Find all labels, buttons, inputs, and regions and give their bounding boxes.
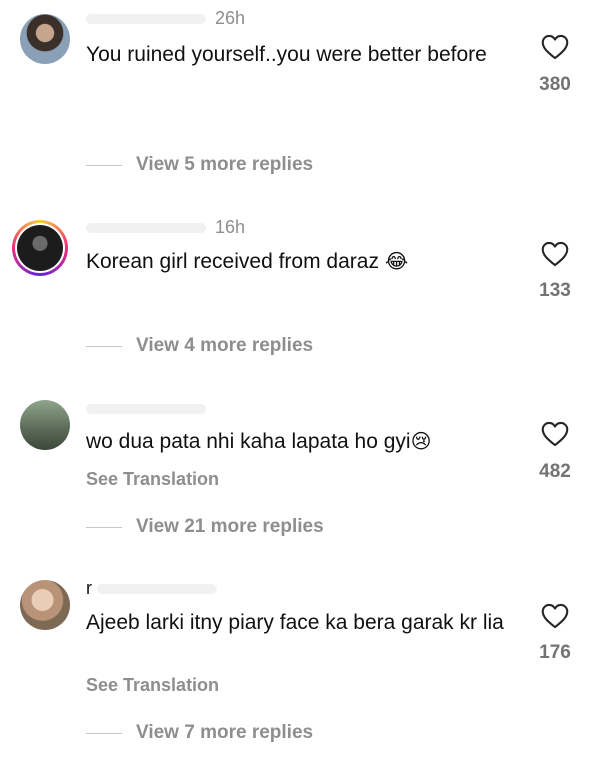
like-count: 482 bbox=[539, 461, 571, 482]
comment-meta bbox=[86, 398, 210, 419]
username[interactable]: r bbox=[86, 578, 92, 598]
like-heart-icon[interactable] bbox=[541, 241, 569, 267]
view-replies-label: View 21 more replies bbox=[136, 516, 324, 537]
like-heart-icon[interactable] bbox=[541, 34, 569, 60]
see-translation-link[interactable]: See Translation bbox=[86, 675, 219, 696]
view-replies-button[interactable]: View 21 more replies bbox=[86, 515, 324, 539]
comment-text: wo dua pata nhi kaha lapata ho gyi😢 bbox=[86, 429, 506, 455]
crying-emoji-icon: 😢 bbox=[410, 431, 432, 453]
view-replies-label: View 4 more replies bbox=[136, 335, 314, 356]
username-redacted bbox=[86, 14, 206, 25]
view-replies-button[interactable]: View 4 more replies bbox=[86, 334, 313, 358]
avatar[interactable] bbox=[20, 400, 70, 450]
username-redacted bbox=[86, 404, 206, 415]
comment-text: Korean girl received from daraz 😂 bbox=[86, 249, 506, 275]
avatar-story-ring[interactable] bbox=[12, 220, 68, 276]
divider-line bbox=[86, 732, 122, 734]
view-replies-label: View 7 more replies bbox=[136, 722, 314, 743]
comment-time: 26h bbox=[215, 8, 246, 28]
like-count: 380 bbox=[539, 74, 571, 95]
comment-meta: r bbox=[86, 578, 221, 599]
like-count: 133 bbox=[539, 280, 571, 301]
comment-time: 16h bbox=[215, 217, 246, 237]
avatar-inner bbox=[15, 223, 65, 273]
avatar[interactable] bbox=[20, 580, 70, 630]
like-heart-icon[interactable] bbox=[541, 603, 569, 629]
divider-line bbox=[86, 526, 122, 528]
comment-meta: 16h bbox=[86, 217, 245, 238]
comment-text: Ajeeb larki itny piary face ka bera gara… bbox=[86, 611, 504, 634]
view-replies-button[interactable]: View 5 more replies bbox=[86, 153, 313, 177]
divider-line bbox=[86, 345, 122, 347]
username-redacted bbox=[97, 584, 218, 595]
avatar bbox=[17, 225, 63, 271]
username-redacted bbox=[86, 223, 206, 234]
like-heart-icon[interactable] bbox=[541, 421, 569, 447]
divider-line bbox=[86, 164, 122, 166]
comment-text-body: wo dua pata nhi kaha lapata ho gyi bbox=[86, 430, 411, 453]
view-replies-label: View 5 more replies bbox=[136, 154, 314, 175]
avatar[interactable] bbox=[20, 14, 70, 64]
comment-text-body: Korean girl received from daraz bbox=[86, 250, 385, 273]
see-translation-link[interactable]: See Translation bbox=[86, 469, 219, 490]
comment-meta: 26h bbox=[86, 8, 245, 29]
comment-text: You ruined yourself..you were better bef… bbox=[86, 43, 487, 66]
laughing-emoji-icon: 😂 bbox=[384, 251, 409, 273]
view-replies-button[interactable]: View 7 more replies bbox=[86, 721, 313, 745]
like-count: 176 bbox=[539, 642, 571, 663]
